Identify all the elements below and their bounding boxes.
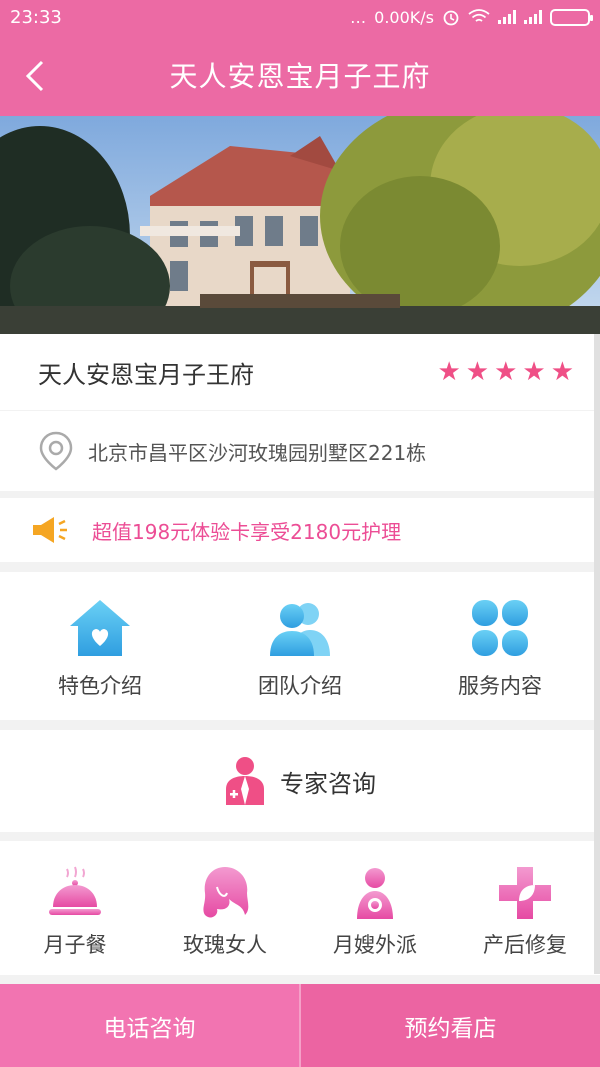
alarm-icon	[443, 10, 459, 26]
network-speed: 0.00K/s	[374, 7, 434, 27]
medical-cross-leaf-icon	[499, 867, 551, 919]
star-icon: ★	[437, 357, 461, 387]
store-name: 天人安恩宝月子王府	[38, 360, 254, 389]
megaphone-icon	[33, 517, 67, 543]
battery-icon	[550, 8, 593, 26]
feature-label: 产后修复	[483, 933, 567, 957]
promo-banner[interactable]: 超值198元体验卡享受2180元护理	[0, 498, 600, 562]
status-bar: 23:33 … 0.00K/s	[0, 0, 600, 34]
status-dots: …	[350, 7, 367, 27]
phone-consult-button[interactable]: 电话咨询	[0, 984, 299, 1067]
service-content[interactable]: 服务内容	[400, 572, 600, 720]
service-team-intro[interactable]: 团队介绍	[200, 572, 400, 720]
scrollbar[interactable]	[594, 334, 600, 974]
store-name-card: 天人安恩宝月子王府 ★ ★ ★ ★ ★	[0, 334, 600, 410]
phone-consult-label: 电话咨询	[103, 1015, 196, 1042]
star-icon: ★	[465, 357, 490, 387]
feature-menu: 月子餐 玫瑰女人 月嫂外派 产后修复	[0, 841, 600, 975]
feature-label: 月子餐	[43, 933, 107, 957]
team-icon	[270, 603, 330, 656]
service-label: 团队介绍	[258, 674, 342, 698]
feature-confinement-meal[interactable]: 月子餐	[0, 841, 150, 975]
address-text: 北京市昌平区沙河玫瑰园别墅区221栋	[88, 440, 427, 465]
page-title: 天人安恩宝月子王府	[169, 60, 431, 93]
service-label: 特色介绍	[58, 674, 142, 698]
service-label: 服务内容	[458, 674, 542, 698]
wifi-icon	[468, 9, 490, 22]
promo-text: 超值198元体验卡享受2180元护理	[92, 519, 402, 544]
location-pin-icon	[39, 431, 73, 471]
rating-stars: ★ ★ ★ ★ ★	[437, 359, 574, 385]
woman-hair-icon	[203, 867, 249, 918]
address-row[interactable]: 北京市昌平区沙河玫瑰园别墅区221栋	[0, 411, 600, 491]
star-icon: ★	[550, 357, 574, 387]
feature-rose-woman[interactable]: 玫瑰女人	[150, 841, 300, 975]
book-visit-label: 预约看店	[404, 1015, 497, 1042]
feature-nanny-dispatch[interactable]: 月嫂外派	[300, 841, 450, 975]
star-icon: ★	[522, 357, 546, 387]
signal-icon-2	[524, 10, 542, 24]
star-icon: ★	[494, 357, 518, 387]
nanny-baby-icon	[357, 868, 393, 919]
feature-label: 玫瑰女人	[183, 933, 267, 957]
house-heart-icon	[70, 600, 130, 656]
status-time: 23:33	[10, 6, 62, 28]
service-feature-intro[interactable]: 特色介绍	[0, 572, 200, 720]
signal-icon	[498, 10, 516, 24]
book-visit-button[interactable]: 预约看店	[299, 984, 600, 1067]
grid-clover-icon	[472, 600, 528, 656]
bottom-action-bar: 电话咨询 预约看店	[0, 984, 600, 1067]
expert-consult-button[interactable]: 专家咨询	[0, 730, 600, 832]
service-menu: 特色介绍 团队介绍 服务内容	[0, 572, 600, 720]
hero-image	[0, 116, 600, 334]
chevron-left-icon[interactable]	[18, 56, 58, 96]
expert-consult-label: 专家咨询	[280, 769, 376, 798]
villa-photo	[0, 116, 600, 334]
feature-label: 月嫂外派	[333, 933, 417, 957]
feature-postpartum-repair[interactable]: 产后修复	[450, 841, 600, 975]
header: 天人安恩宝月子王府	[0, 34, 600, 116]
meal-cloche-icon	[49, 866, 101, 915]
doctor-icon	[226, 757, 264, 805]
